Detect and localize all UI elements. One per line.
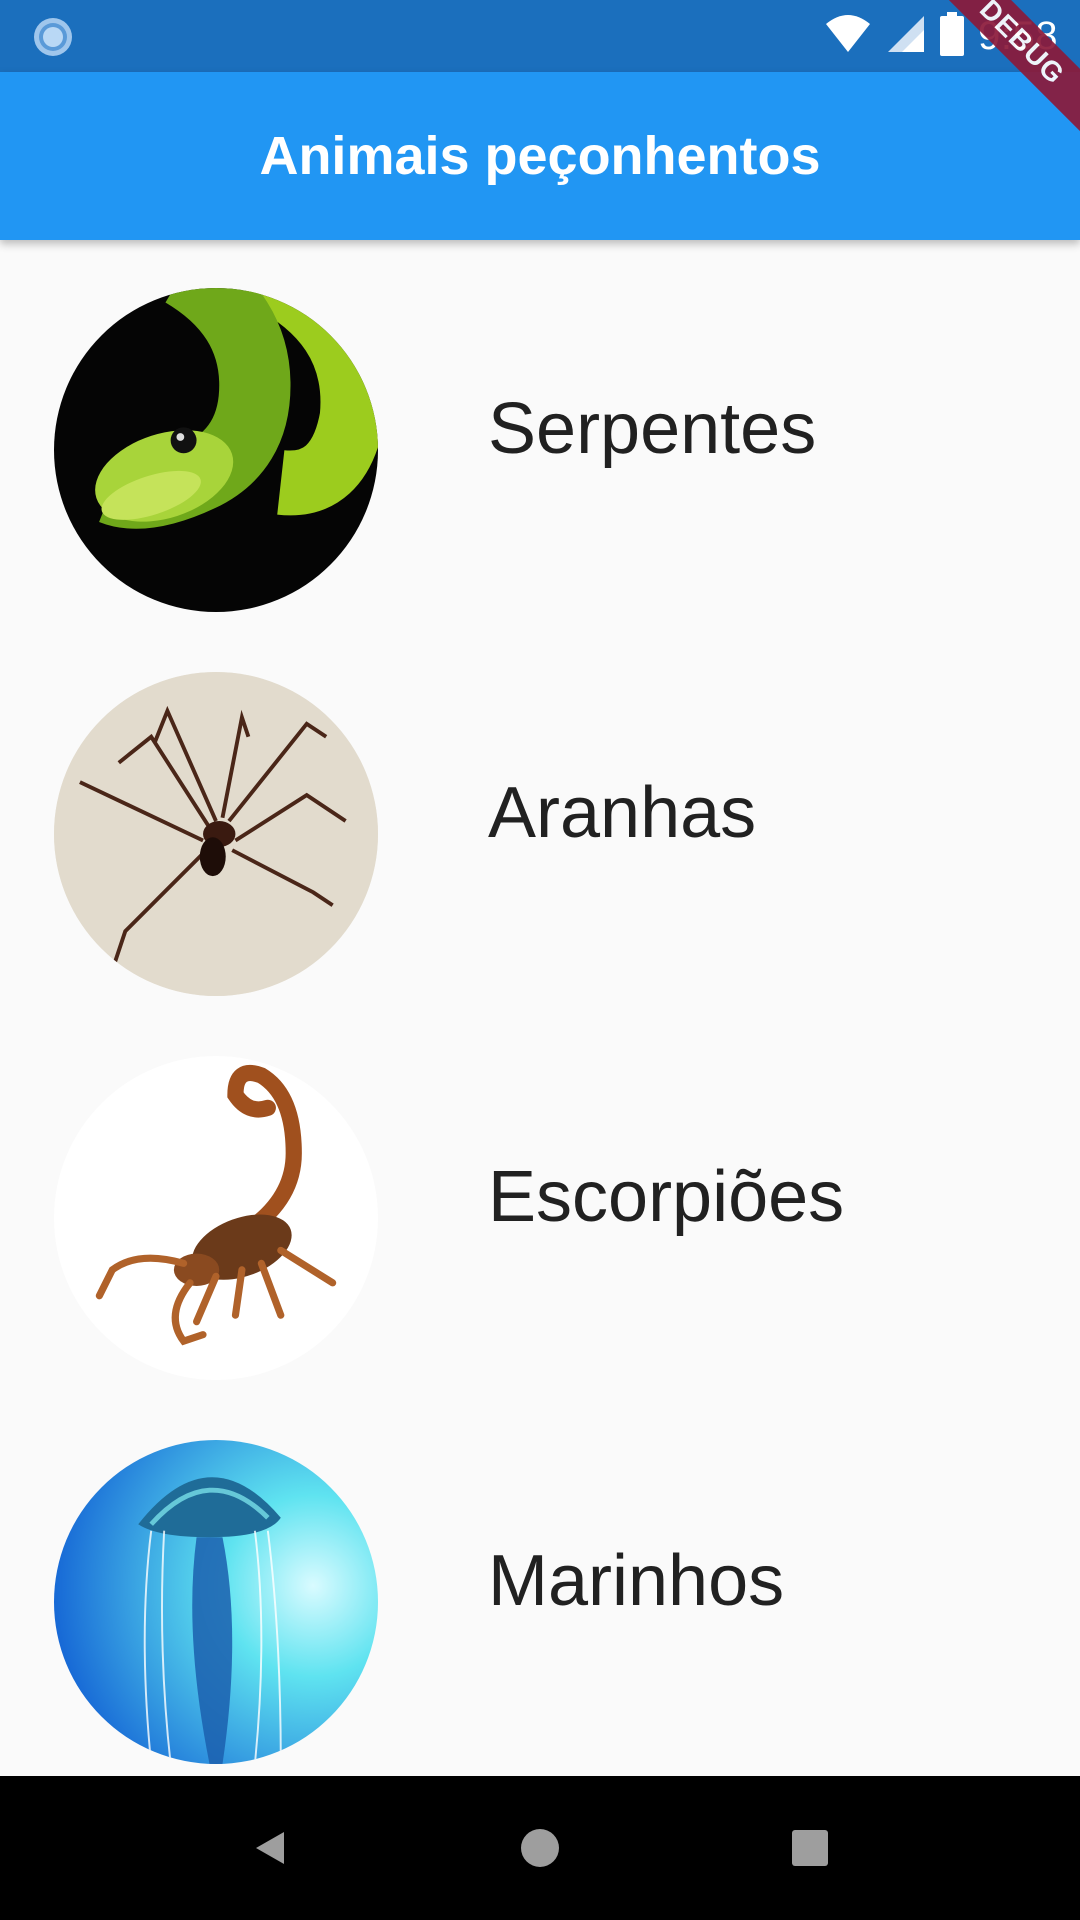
app-screen: 9:58 DEBUG Animais peçonhentos Serpente — [0, 0, 1080, 1920]
item-label: Aranhas — [488, 773, 757, 853]
list-item-marinhos[interactable]: Marinhos — [0, 1392, 1080, 1776]
page-title: Animais peçonhentos — [259, 126, 821, 186]
spider-photo — [54, 672, 378, 996]
scorpion-photo — [54, 1056, 378, 1380]
list-item-serpentes[interactable]: Serpentes — [0, 240, 1080, 624]
item-label: Serpentes — [488, 389, 817, 469]
battery-icon — [940, 11, 965, 61]
snake-photo — [54, 288, 378, 612]
jellyfish-photo — [54, 1440, 378, 1764]
home-icon[interactable] — [504, 1812, 576, 1884]
back-icon[interactable] — [234, 1812, 306, 1884]
recents-icon[interactable] — [774, 1812, 846, 1884]
status-bar: 9:58 — [0, 0, 1080, 72]
item-label: Escorpiões — [488, 1157, 845, 1237]
sync-icon — [32, 16, 74, 58]
navigation-bar — [0, 1776, 1080, 1920]
item-label: Marinhos — [488, 1541, 785, 1621]
list-item-aranhas[interactable]: Aranhas — [0, 624, 1080, 1008]
cell-signal-icon — [886, 14, 926, 59]
app-bar: Animais peçonhentos — [0, 72, 1080, 240]
category-list: Serpentes Aranhas Escorpiões Marinhos — [0, 240, 1080, 1776]
wifi-icon — [824, 14, 872, 59]
list-item-escorpioes[interactable]: Escorpiões — [0, 1008, 1080, 1392]
